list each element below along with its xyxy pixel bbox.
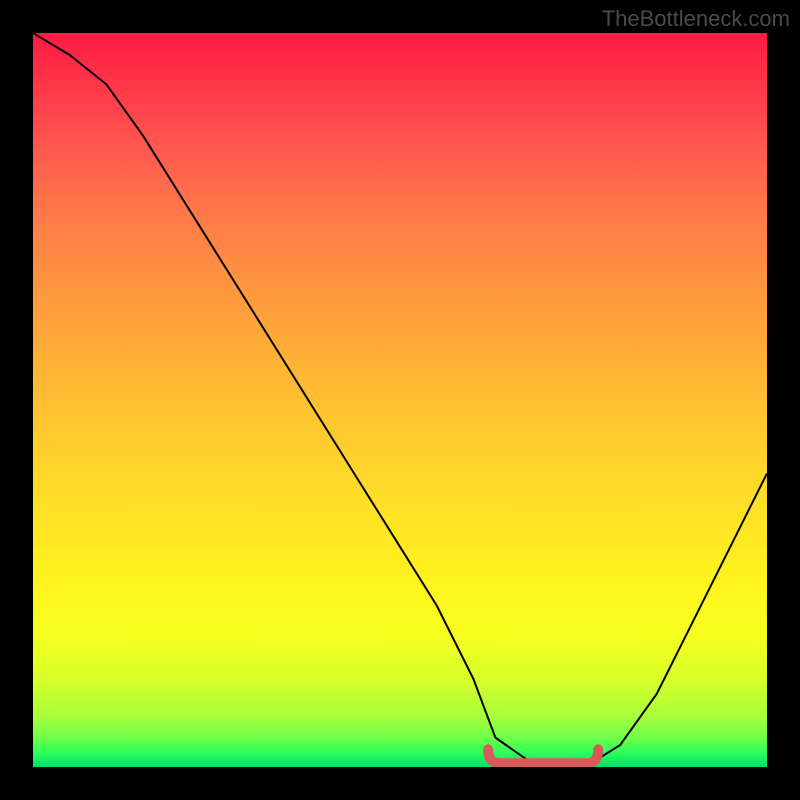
bottleneck-curve-path [33, 33, 767, 763]
chart-svg [33, 33, 767, 767]
watermark-text: TheBottleneck.com [602, 6, 790, 32]
optimal-range-highlight [488, 749, 598, 763]
chart-plot-area [33, 33, 767, 767]
